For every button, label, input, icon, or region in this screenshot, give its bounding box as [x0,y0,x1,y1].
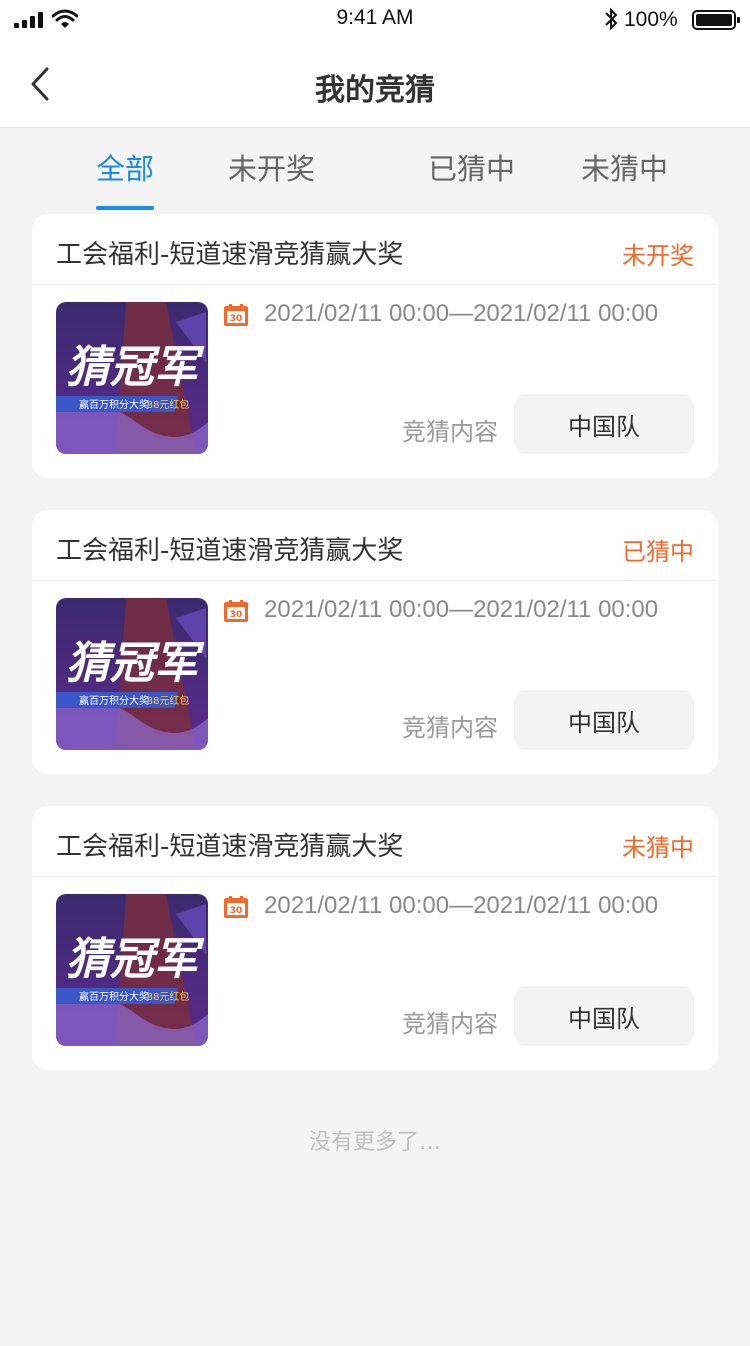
answer-chip: 中国队 [514,986,694,1046]
svg-text:赢百万积分大奖: 赢百万积分大奖 [79,694,149,707]
svg-text:88元红包: 88元红包 [147,694,190,707]
tab-all[interactable]: 全部 [96,146,155,210]
card-title: 工会福利-短道速滑竞猜赢大奖 [56,832,404,862]
answer-text: 中国队 [568,412,640,441]
svg-text:30: 30 [230,906,243,916]
calendar-icon: 30 [224,896,248,918]
svg-text:猜冠军: 猜冠军 [66,638,205,689]
svg-text:猜冠军: 猜冠军 [66,934,205,985]
status-bar: 9:41 AM 100% [0,0,750,40]
no-more-text: 没有更多了… [308,1130,441,1155]
tab-label: 未猜中 [581,152,669,186]
bluetooth-icon [605,7,618,31]
svg-text:30: 30 [230,610,243,620]
svg-text:88元红包: 88元红包 [147,398,190,411]
svg-text:88元红包: 88元红包 [147,990,190,1003]
tab-bar: 全部 未开奖 已猜中 未猜中 [0,128,750,210]
card-title: 工会福利-短道速滑竞猜赢大奖 [56,240,404,270]
date-range: 2021/02/11 00:00—2021/02/11 00:00 [264,596,659,623]
date-range: 2021/02/11 00:00—2021/02/11 00:00 [264,300,659,327]
tab-label: 未开奖 [228,152,316,186]
guess-content-label: 竞猜内容 [402,418,498,446]
nav-bar: 我的竞猜 [0,40,750,128]
tab-not-drawn[interactable]: 未开奖 [228,146,315,196]
guess-card[interactable]: 工会福利-短道速滑竞猜赢大奖 未开奖 猜冠军 赢百万积分大奖 88元红包 30 [32,214,718,478]
event-thumbnail: 猜冠军 赢百万积分大奖 88元红包 [56,894,208,1046]
tab-label: 全部 [96,152,155,186]
svg-text:30: 30 [230,314,243,324]
page-title: 我的竞猜 [315,73,435,108]
status-badge: 已猜中 [622,538,694,566]
guess-card[interactable]: 工会福利-短道速滑竞猜赢大奖 未猜中 猜冠军 赢百万积分大奖 88元红包 30 [32,806,718,1070]
answer-chip: 中国队 [514,394,694,454]
battery-icon [692,10,740,30]
tab-guessed-wrong[interactable]: 未猜中 [581,146,668,196]
date-range: 2021/02/11 00:00—2021/02/11 00:00 [264,892,659,919]
divider [32,580,718,581]
guess-card[interactable]: 工会福利-短道速滑竞猜赢大奖 已猜中 猜冠军 赢百万积分大奖 88元红包 30 [32,510,718,774]
divider [32,876,718,877]
calendar-icon: 30 [224,600,248,622]
event-thumbnail: 猜冠军 赢百万积分大奖 88元红包 [56,598,208,750]
divider [32,284,718,285]
guess-content-label: 竞猜内容 [402,1010,498,1038]
event-thumbnail: 猜冠军 赢百万积分大奖 88元红包 [56,302,208,454]
answer-chip: 中国队 [514,690,694,750]
svg-text:猜冠军: 猜冠军 [66,342,205,393]
status-badge: 未开奖 [622,242,694,270]
guess-content-label: 竞猜内容 [402,714,498,742]
svg-text:赢百万积分大奖: 赢百万积分大奖 [79,990,149,1003]
tab-guessed-right[interactable]: 已猜中 [428,146,515,196]
calendar-icon: 30 [224,304,248,326]
status-badge: 未猜中 [622,834,694,862]
battery-percent: 100% [624,8,678,31]
card-title: 工会福利-短道速滑竞猜赢大奖 [56,536,404,566]
tab-active-indicator [96,206,155,210]
svg-text:赢百万积分大奖: 赢百万积分大奖 [79,398,149,411]
answer-text: 中国队 [568,1004,640,1033]
answer-text: 中国队 [568,708,640,737]
tab-label: 已猜中 [428,152,516,186]
